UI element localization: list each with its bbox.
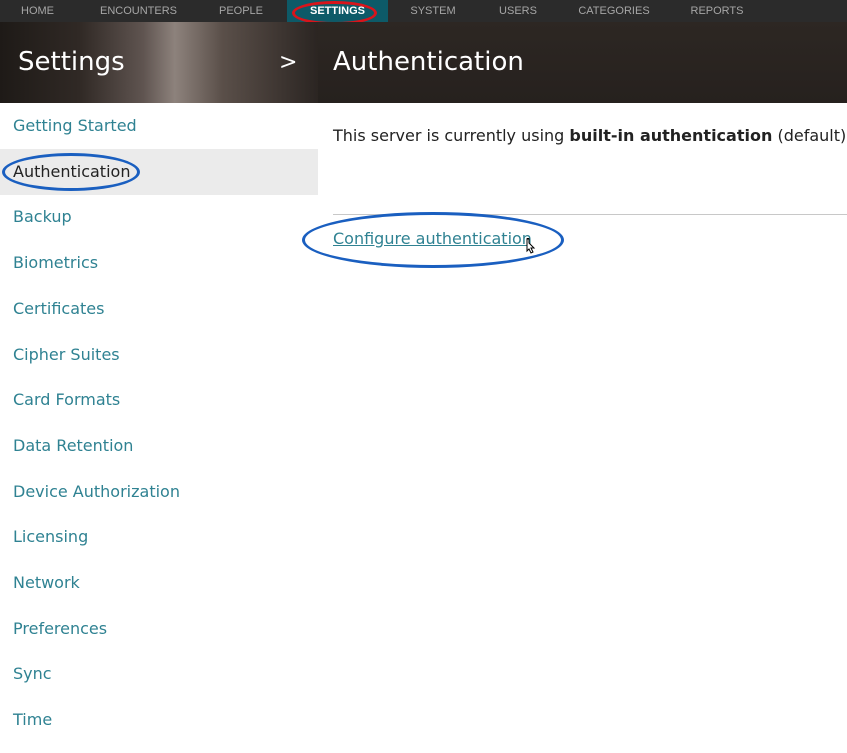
auth-status-text: This server is currently using built-in … (333, 126, 847, 145)
sidebar-item-card-formats[interactable]: Card Formats (0, 377, 318, 423)
nav-categories[interactable]: CATEGORIES (573, 0, 655, 22)
auth-status-prefix: This server is currently using (333, 126, 570, 145)
divider (333, 214, 847, 215)
sidebar-item-data-retention[interactable]: Data Retention (0, 423, 318, 469)
sidebar-item-device-authorization[interactable]: Device Authorization (0, 469, 318, 515)
page-title: Authentication (333, 47, 524, 77)
nav-home[interactable]: HOME (0, 0, 75, 22)
settings-sidebar: Getting Started Authentication Backup Bi… (0, 103, 318, 753)
sidebar-item-sync[interactable]: Sync (0, 651, 318, 697)
sidebar-item-getting-started[interactable]: Getting Started (0, 103, 318, 149)
nav-people[interactable]: PEOPLE (205, 0, 277, 22)
auth-status-suffix: (default). (772, 126, 847, 145)
sidebar-item-biometrics[interactable]: Biometrics (0, 240, 318, 286)
chevron-right-icon[interactable]: > (279, 50, 297, 75)
sidebar-item-certificates[interactable]: Certificates (0, 286, 318, 332)
sidebar-item-network[interactable]: Network (0, 560, 318, 606)
nav-users[interactable]: USERS (488, 0, 548, 22)
auth-status-mode: built-in authentication (569, 126, 773, 145)
nav-system[interactable]: SYSTEM (398, 0, 468, 22)
nav-encounters[interactable]: ENCOUNTERS (86, 0, 191, 22)
section-title: Settings (18, 47, 125, 77)
sidebar-item-backup[interactable]: Backup (0, 194, 318, 240)
header-section-panel: Settings > (0, 22, 318, 103)
nav-settings[interactable]: SETTINGS (287, 0, 388, 22)
nav-reports[interactable]: REPORTS (682, 0, 752, 22)
page-header: Settings > Authentication (0, 22, 847, 103)
configure-authentication-link[interactable]: Configure authentication (333, 229, 532, 248)
sidebar-item-time[interactable]: Time (0, 697, 318, 743)
top-nav: HOME ENCOUNTERS PEOPLE SETTINGS SYSTEM U… (0, 0, 847, 22)
sidebar-item-licensing[interactable]: Licensing (0, 514, 318, 560)
sidebar-item-cipher-suites[interactable]: Cipher Suites (0, 332, 318, 378)
sidebar-item-preferences[interactable]: Preferences (0, 606, 318, 652)
sidebar-item-authentication[interactable]: Authentication (0, 149, 318, 195)
